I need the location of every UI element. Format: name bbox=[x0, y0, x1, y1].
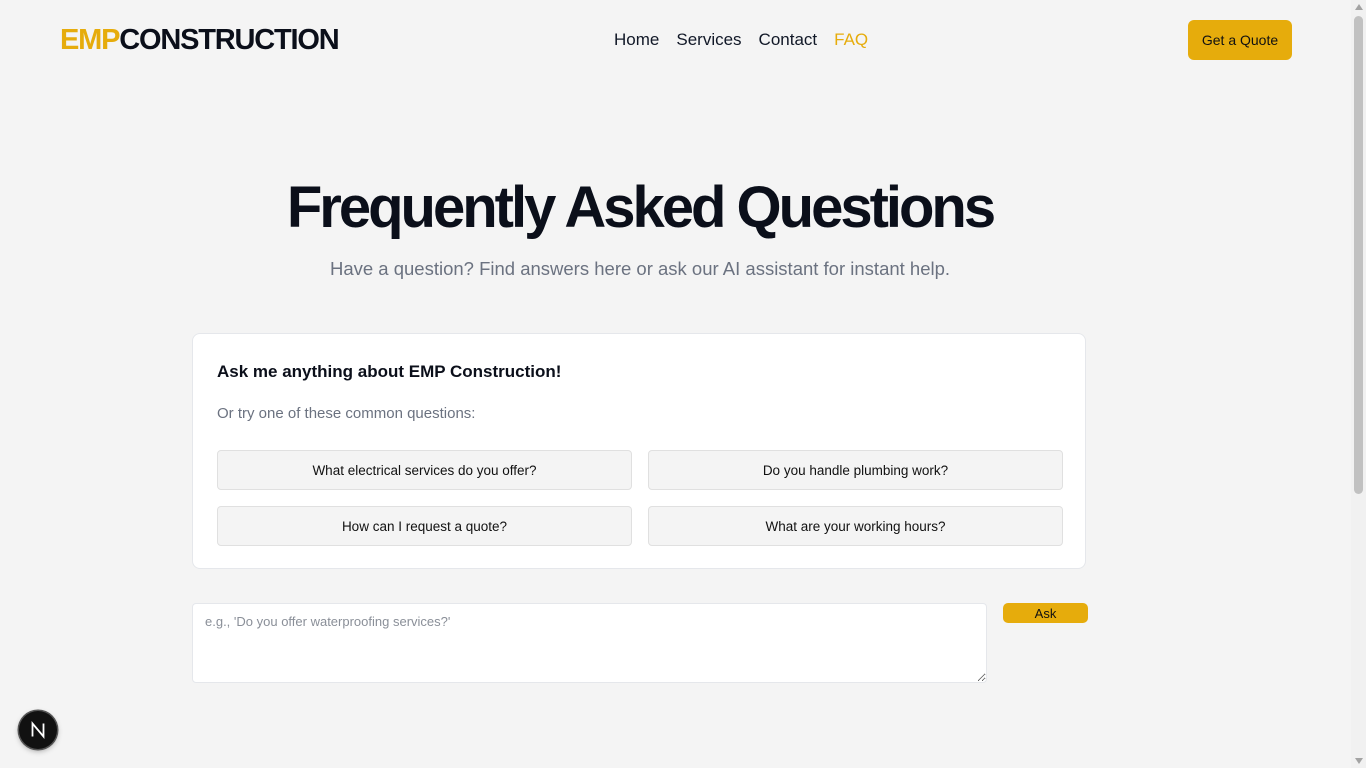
page-title: Frequently Asked Questions bbox=[286, 175, 996, 240]
nav-contact[interactable]: Contact bbox=[759, 28, 818, 52]
scrollbar[interactable] bbox=[1351, 0, 1366, 768]
question-hours-button[interactable]: What are your working hours? bbox=[648, 506, 1063, 546]
logo-emp: EMP bbox=[60, 24, 120, 56]
logo[interactable]: EMPCONSTRUCTION bbox=[60, 22, 340, 58]
page-subtitle: Have a question? Find answers here or as… bbox=[329, 258, 951, 279]
logo-construction: CONSTRUCTION bbox=[119, 24, 339, 56]
scroll-up-icon[interactable] bbox=[1355, 4, 1363, 10]
nextjs-icon bbox=[31, 721, 45, 739]
question-plumbing-button[interactable]: Do you handle plumbing work? bbox=[648, 450, 1063, 490]
ask-button[interactable]: Ask bbox=[1003, 603, 1088, 623]
question-input[interactable] bbox=[192, 603, 987, 683]
assistant-prompt: Or try one of these common questions: bbox=[217, 405, 476, 422]
site-header: EMPCONSTRUCTION Home Services Contact FA… bbox=[0, 0, 1351, 80]
question-quote-button[interactable]: How can I request a quote? bbox=[217, 506, 632, 546]
assistant-card: Ask me anything about EMP Construction! … bbox=[192, 333, 1086, 569]
scroll-down-icon[interactable] bbox=[1355, 758, 1363, 764]
page: EMPCONSTRUCTION Home Services Contact FA… bbox=[0, 0, 1351, 768]
nav-home[interactable]: Home bbox=[614, 28, 659, 52]
scrollbar-thumb[interactable] bbox=[1354, 16, 1363, 494]
nav-services[interactable]: Services bbox=[676, 28, 741, 52]
nav-faq[interactable]: FAQ bbox=[834, 28, 868, 52]
assistant-title: Ask me anything about EMP Construction! bbox=[217, 362, 562, 381]
nextjs-dev-badge[interactable] bbox=[19, 711, 57, 749]
question-electrical-button[interactable]: What electrical services do you offer? bbox=[217, 450, 632, 490]
get-quote-button[interactable]: Get a Quote bbox=[1188, 20, 1292, 60]
main-nav: Home Services Contact FAQ bbox=[614, 28, 868, 52]
